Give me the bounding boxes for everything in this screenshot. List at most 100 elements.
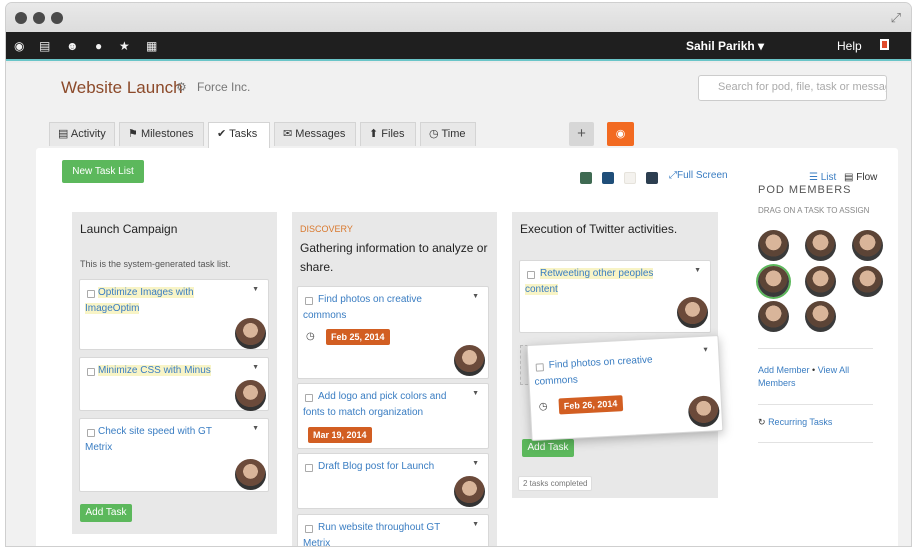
task-title[interactable]: Run website throughout GT Metrix bbox=[303, 520, 463, 546]
member-avatar[interactable] bbox=[805, 230, 836, 261]
tab-messages[interactable]: ✉ Messages bbox=[274, 122, 356, 146]
task-card[interactable]: Minimize CSS with Minus ▼ bbox=[79, 357, 269, 411]
search-input[interactable]: Search for pod, file, task or message bbox=[698, 75, 887, 101]
user-menu[interactable]: Sahil Parikh ▾ bbox=[686, 39, 764, 53]
new-task-list-button[interactable]: New Task List bbox=[62, 160, 144, 183]
main-page: Website Launch ⚙ Force Inc. Search for p… bbox=[6, 63, 911, 546]
avatar bbox=[235, 459, 266, 490]
clock-icon: ◷ bbox=[538, 401, 548, 413]
color-swatch[interactable] bbox=[624, 172, 636, 184]
add-task-button[interactable]: Add Task bbox=[80, 504, 132, 522]
chevron-down-icon[interactable]: ▼ bbox=[472, 293, 479, 300]
chevron-down-icon[interactable]: ▼ bbox=[472, 460, 479, 467]
minimize-window-button[interactable] bbox=[33, 12, 45, 24]
due-date-badge[interactable]: Feb 26, 2014 bbox=[558, 395, 623, 415]
tab-label: Tasks bbox=[229, 128, 258, 140]
app-top-bar: ◉ ▤ ☻ ● ★ ▦ Sahil Parikh ▾ Help bbox=[6, 32, 911, 61]
user-name: Sahil Parikh bbox=[686, 39, 755, 53]
task-title[interactable]: Minimize CSS with Minus bbox=[98, 365, 211, 376]
due-date-badge[interactable]: Mar 19, 2014 bbox=[308, 427, 372, 443]
avatar bbox=[454, 476, 485, 507]
tab-time[interactable]: ◷ Time bbox=[420, 122, 476, 146]
browser-window: ⤢ ◉ ▤ ☻ ● ★ ▦ Sahil Parikh ▾ Help Websit… bbox=[5, 2, 912, 547]
star-icon[interactable]: ★ bbox=[119, 38, 130, 54]
tab-milestones[interactable]: ⚑ Milestones bbox=[119, 122, 204, 146]
fullscreen-expand-icon[interactable]: ⤢ bbox=[891, 10, 901, 26]
member-avatar[interactable] bbox=[852, 266, 883, 297]
due-date-badge[interactable]: Feb 25, 2014 bbox=[326, 329, 390, 345]
pod-members-hint: DRAG ON A TASK TO ASSIGN bbox=[758, 206, 870, 215]
member-avatar[interactable] bbox=[805, 266, 836, 297]
add-task-button[interactable]: Add Task bbox=[522, 439, 574, 457]
window-chrome: ⤢ bbox=[6, 3, 911, 32]
envelope-icon: ✉ bbox=[283, 128, 293, 140]
recurring-tasks-link[interactable]: ↻ Recurring Tasks bbox=[758, 417, 832, 428]
pod-color-button[interactable]: ◉ bbox=[607, 122, 634, 146]
task-title[interactable]: Check site speed with GT Metrix bbox=[85, 424, 233, 456]
color-swatch[interactable] bbox=[646, 172, 658, 184]
pod-members-heading: POD MEMBERS bbox=[758, 184, 852, 196]
zoom-window-button[interactable] bbox=[51, 12, 63, 24]
clock-icon: ◷ bbox=[306, 331, 315, 342]
task-card[interactable]: Optimize Images with ImageOptim ▼ bbox=[79, 279, 269, 350]
chevron-down-icon[interactable]: ▼ bbox=[252, 425, 259, 432]
task-list-column: Launch Campaign This is the system-gener… bbox=[72, 212, 277, 534]
tab-activity[interactable]: ▤ Activity bbox=[49, 122, 115, 146]
people-icon[interactable]: ☻ bbox=[66, 38, 79, 54]
app-logo-icon[interactable]: ◉ bbox=[14, 38, 24, 54]
gear-icon[interactable]: ⚙ bbox=[176, 80, 187, 94]
list-note: This is the system-generated task list. bbox=[80, 259, 231, 269]
task-card[interactable]: Run website throughout GT Metrix ▼ bbox=[297, 514, 489, 546]
task-title[interactable]: Draft Blog post for Launch bbox=[303, 459, 463, 475]
help-link[interactable]: Help bbox=[837, 39, 862, 53]
task-title[interactable]: Find photos on creative commons bbox=[533, 351, 684, 391]
close-window-button[interactable] bbox=[15, 12, 27, 24]
page-title: Website Launch bbox=[61, 78, 183, 97]
list-category: DISCOVERY bbox=[300, 224, 353, 234]
divider bbox=[758, 348, 873, 349]
full-screen-link[interactable]: ⤢Full Screen bbox=[669, 170, 728, 181]
task-card[interactable]: Draft Blog post for Launch ▼ bbox=[297, 453, 489, 509]
task-card[interactable]: Check site speed with GT Metrix ▼ bbox=[79, 418, 269, 492]
task-title[interactable]: Optimize Images with ImageOptim bbox=[85, 287, 194, 314]
task-card[interactable]: Add logo and pick colors and fonts to ma… bbox=[297, 383, 489, 449]
chevron-down-icon[interactable]: ▼ bbox=[252, 286, 259, 293]
list-view-toggle[interactable]: ☰ List bbox=[809, 172, 836, 183]
completed-count[interactable]: 2 tasks completed bbox=[518, 476, 593, 491]
add-member-link[interactable]: Add Member bbox=[758, 365, 810, 375]
film-icon[interactable]: ▤ bbox=[39, 38, 50, 54]
task-card[interactable]: Find photos on creative commons ▼ ◷ Feb … bbox=[297, 286, 489, 379]
color-swatch[interactable] bbox=[602, 172, 614, 184]
tab-label: Files bbox=[381, 128, 405, 140]
member-avatar[interactable] bbox=[758, 230, 789, 261]
task-card[interactable]: Retweeting other peoples content ▼ bbox=[519, 260, 711, 333]
add-tab-button[interactable]: + bbox=[569, 122, 594, 146]
member-avatar[interactable] bbox=[805, 301, 836, 332]
avatar bbox=[235, 318, 266, 349]
chevron-down-icon[interactable]: ▼ bbox=[252, 364, 259, 371]
flow-view-toggle[interactable]: ▤ Flow bbox=[844, 172, 877, 183]
task-title[interactable]: Retweeting other peoples content bbox=[525, 268, 654, 295]
chevron-down-icon[interactable]: ▼ bbox=[472, 521, 479, 528]
tab-files[interactable]: ⬆ Files bbox=[360, 122, 416, 146]
list-icon: ☰ bbox=[809, 172, 818, 183]
color-swatch[interactable] bbox=[580, 172, 592, 184]
chevron-down-icon[interactable]: ▼ bbox=[702, 347, 709, 354]
task-title[interactable]: Add logo and pick colors and fonts to ma… bbox=[303, 389, 463, 421]
member-avatar[interactable] bbox=[758, 266, 789, 297]
flag-icon[interactable] bbox=[880, 39, 889, 50]
tab-label: Activity bbox=[70, 128, 106, 140]
user-icon[interactable]: ● bbox=[95, 38, 102, 54]
task-title[interactable]: Find photos on creative commons bbox=[303, 292, 453, 324]
member-avatar[interactable] bbox=[758, 301, 789, 332]
calendar-icon[interactable]: ▦ bbox=[146, 38, 157, 54]
dragging-task-card[interactable]: Find photos on creative commons ▼ ◷ Feb … bbox=[526, 335, 724, 441]
chevron-down-icon[interactable]: ▼ bbox=[694, 267, 701, 274]
list-title: Execution of Twitter activities. bbox=[520, 222, 678, 236]
app-logo-icon: ◉ bbox=[615, 128, 626, 140]
chevron-down-icon[interactable]: ▼ bbox=[472, 390, 479, 397]
film-icon: ▤ bbox=[58, 128, 69, 140]
tab-tasks[interactable]: ✔ Tasks bbox=[208, 122, 270, 148]
member-avatar[interactable] bbox=[852, 230, 883, 261]
member-links: Add Member • View All Members bbox=[758, 364, 878, 390]
